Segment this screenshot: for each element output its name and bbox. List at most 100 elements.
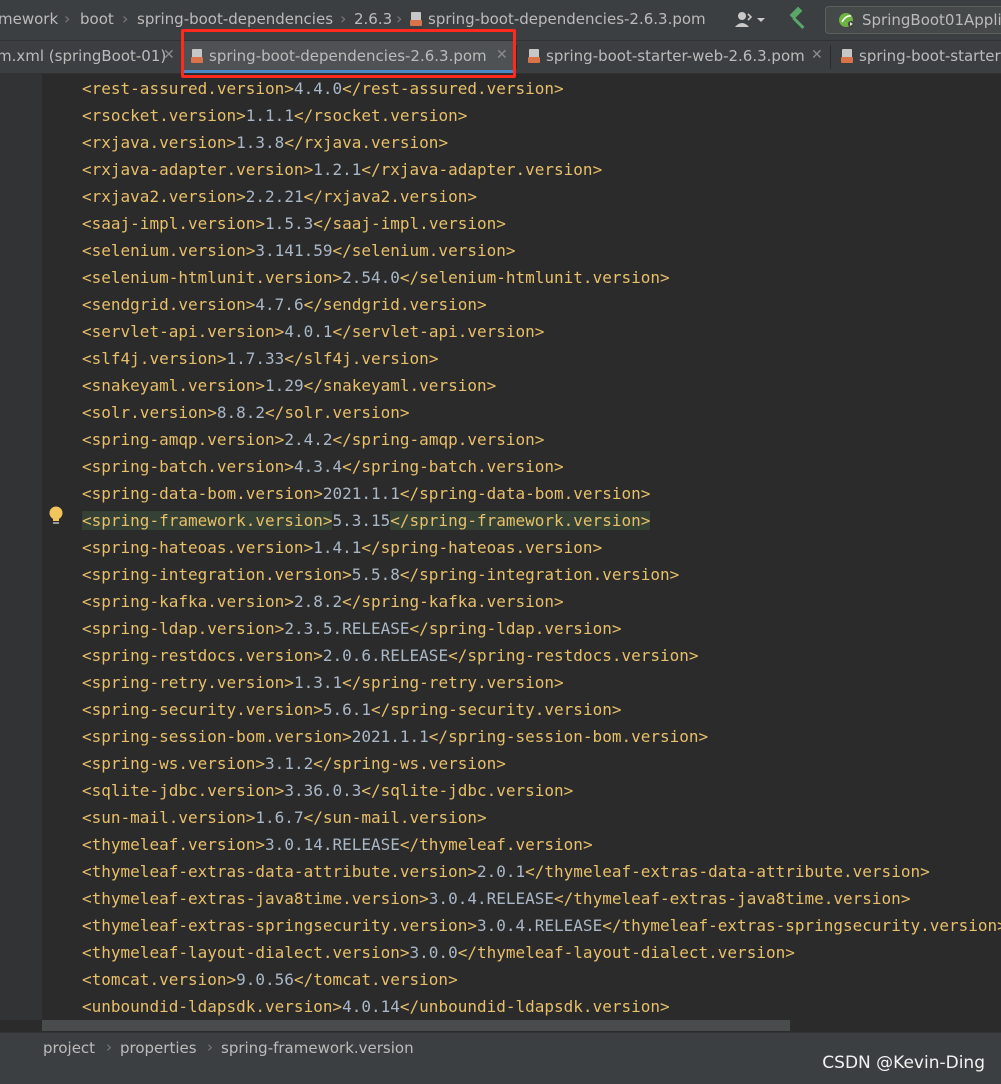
code-line[interactable]: <servlet-api.version>4.0.1</servlet-api.… <box>82 318 1001 345</box>
code-line[interactable]: <rsocket.version>1.1.1</rsocket.version> <box>82 102 1001 129</box>
xml-close-tag: </slf4j.version> <box>284 349 439 368</box>
pom-file-icon <box>191 49 204 63</box>
xml-tag-name: selenium-htmlunit.version <box>91 268 333 287</box>
xml-close-tag: </snakeyaml.version> <box>303 376 497 395</box>
tab-spring-boot-starter[interactable]: spring-boot-starter <box>832 41 1001 73</box>
code-line[interactable]: <rxjava.version>1.3.8</rxjava.version> <box>82 129 1001 156</box>
code-line[interactable]: <snakeyaml.version>1.29</snakeyaml.versi… <box>82 372 1001 399</box>
tab-divider <box>516 45 517 69</box>
horizontal-scrollbar[interactable] <box>42 1020 790 1031</box>
xml-value: 2.2.21 <box>245 187 304 206</box>
code-line[interactable]: <spring-session-bom.version>2021.1.1</sp… <box>82 723 1001 750</box>
xml-tag-name: solr.version <box>284 403 400 422</box>
nav-crumb-dependencies[interactable]: spring-boot-dependencies <box>137 10 333 28</box>
tab-spring-boot-dependencies[interactable]: spring-boot-dependencies-2.6.3.pom ✕ <box>183 41 515 73</box>
xml-value: 5.6.1 <box>322 700 372 719</box>
code-line[interactable]: <selenium.version>3.141.59</selenium.ver… <box>82 237 1001 264</box>
editor-gutter[interactable] <box>0 74 42 1020</box>
xml-value: 3.0.0 <box>409 943 458 962</box>
close-icon[interactable]: ✕ <box>163 47 175 63</box>
xml-value: 1.1.1 <box>245 106 294 125</box>
xml-open-tag: <sun-mail.version> <box>82 808 256 827</box>
chevron-right-icon: › <box>396 9 403 28</box>
code-line[interactable]: <tomcat.version>9.0.56</tomcat.version> <box>82 966 1001 993</box>
xml-tag-name: spring-restdocs.version <box>91 646 314 665</box>
breadcrumb-spring-framework-version[interactable]: spring-framework.version <box>221 1039 414 1057</box>
xml-close-tag: </spring-session-bom.version> <box>428 727 709 746</box>
code-line[interactable]: <spring-ws.version>3.1.2</spring-ws.vers… <box>82 750 1001 777</box>
code-line[interactable]: <spring-security.version>5.6.1</spring-s… <box>82 696 1001 723</box>
xml-open-tag: <spring-ldap.version> <box>82 619 285 638</box>
code-line[interactable]: <spring-restdocs.version>2.0.6.RELEASE</… <box>82 642 1001 669</box>
build-button[interactable] <box>786 6 812 33</box>
structure-breadcrumb-bar: project › properties › spring-framework.… <box>0 1032 1001 1084</box>
code-line[interactable]: <spring-hateoas.version>1.4.1</spring-ha… <box>82 534 1001 561</box>
breadcrumb-properties[interactable]: properties <box>120 1039 197 1057</box>
code-line[interactable]: <slf4j.version>1.7.33</slf4j.version> <box>82 345 1001 372</box>
tab-pom-xml[interactable]: m.xml (springBoot-01) ✕ <box>0 41 180 73</box>
xml-tag-name: spring-hateoas.version <box>91 538 304 557</box>
xml-value: 5.5.8 <box>351 565 400 584</box>
run-configuration-selector[interactable]: SpringBoot01Appli <box>825 6 1001 34</box>
code-line[interactable]: <thymeleaf-extras-springsecurity.version… <box>82 912 1001 939</box>
breadcrumb-project[interactable]: project <box>43 1039 95 1057</box>
code-line[interactable]: <thymeleaf-extras-data-attribute.version… <box>82 858 1001 885</box>
code-line[interactable]: <saaj-impl.version>1.5.3</saaj-impl.vers… <box>82 210 1001 237</box>
tab-spring-boot-starter-web[interactable]: spring-boot-starter-web-2.6.3.pom ✕ <box>518 41 828 73</box>
xml-tag-name: spring-security.version <box>91 700 314 719</box>
code-line[interactable]: <rxjava-adapter.version>1.2.1</rxjava-ad… <box>82 156 1001 183</box>
code-line[interactable]: <sun-mail.version>1.6.7</sun-mail.versio… <box>82 804 1001 831</box>
code-line-highlighted[interactable]: <spring-framework.version>5.3.15</spring… <box>82 507 1001 534</box>
tab-label: spring-boot-starter <box>859 47 1001 65</box>
xml-close-tag: </sqlite-jdbc.version> <box>361 781 574 800</box>
code-line[interactable]: <spring-batch.version>4.3.4</spring-batc… <box>82 453 1001 480</box>
xml-tag-name: thymeleaf-layout-dialect.version <box>91 943 400 962</box>
xml-tag-name: spring-hateoas.version <box>380 538 593 557</box>
nav-crumb-boot[interactable]: boot <box>80 10 114 28</box>
code-line[interactable]: <spring-integration.version>5.5.8</sprin… <box>82 561 1001 588</box>
xml-close-tag: </thymeleaf.version> <box>399 835 593 854</box>
xml-value: 2.54.0 <box>342 268 400 287</box>
chevron-right-icon: › <box>106 1038 112 1056</box>
xml-open-tag: <tomcat.version> <box>82 970 237 989</box>
xml-open-tag: <rsocket.version> <box>82 106 246 125</box>
user-icon <box>735 12 765 27</box>
nav-crumb-pom-file[interactable]: spring-boot-dependencies-2.6.3.pom <box>410 10 706 28</box>
nav-crumb-version[interactable]: 2.6.3 <box>354 10 392 28</box>
xml-close-tag: </spring-ws.version> <box>313 754 506 773</box>
code-line[interactable]: <rest-assured.version>4.4.0</rest-assure… <box>82 75 1001 102</box>
code-line[interactable]: <spring-amqp.version>2.4.2</spring-amqp.… <box>82 426 1001 453</box>
code-line[interactable]: <thymeleaf-layout-dialect.version>3.0.0<… <box>82 939 1001 966</box>
code-editor[interactable]: <rest-assured.version>4.4.0</rest-assure… <box>42 74 1001 1024</box>
xml-open-tag: <solr.version> <box>82 403 217 422</box>
xml-open-tag: <spring-framework.version> <box>82 511 333 530</box>
tab-label: spring-boot-starter-web-2.6.3.pom <box>546 47 805 65</box>
close-icon[interactable]: ✕ <box>496 47 508 63</box>
code-line[interactable]: <solr.version>8.8.2</solr.version> <box>82 399 1001 426</box>
xml-tag-name: spring-restdocs.version <box>467 646 689 665</box>
code-line[interactable]: <spring-kafka.version>2.8.2</spring-kafk… <box>82 588 1001 615</box>
xml-value: 4.0.1 <box>284 322 333 341</box>
code-line[interactable]: <rxjava2.version>2.2.21</rxjava2.version… <box>82 183 1001 210</box>
code-line[interactable]: <selenium-htmlunit.version>2.54.0</selen… <box>82 264 1001 291</box>
xml-tag-name: snakeyaml.version <box>322 376 487 395</box>
code-line[interactable]: <spring-data-bom.version>2021.1.1</sprin… <box>82 480 1001 507</box>
code-line[interactable]: <spring-retry.version>1.3.1</spring-retr… <box>82 669 1001 696</box>
nav-crumb-pom-label: spring-boot-dependencies-2.6.3.pom <box>428 10 706 28</box>
code-line[interactable]: <thymeleaf-extras-java8time.version>3.0.… <box>82 885 1001 912</box>
code-line[interactable]: <sendgrid.version>4.7.6</sendgrid.versio… <box>82 291 1001 318</box>
xml-close-tag: </rxjava-adapter.version> <box>361 160 603 179</box>
code-line[interactable]: <unboundid-ldapsdk.version>4.0.14</unbou… <box>82 993 1001 1020</box>
code-line[interactable]: <spring-ldap.version>2.3.5.RELEASE</spri… <box>82 615 1001 642</box>
nav-crumb-framework[interactable]: mework <box>0 10 58 28</box>
code-line[interactable]: <sqlite-jdbc.version>3.36.0.3</sqlite-jd… <box>82 777 1001 804</box>
xml-tag-name: tomcat.version <box>313 970 449 989</box>
run-configuration-label: SpringBoot01Appli <box>862 11 1001 29</box>
xml-tag-name: rxjava2.version <box>322 187 468 206</box>
code-line[interactable]: <thymeleaf.version>3.0.14.RELEASE</thyme… <box>82 831 1001 858</box>
close-icon[interactable]: ✕ <box>811 47 823 63</box>
xml-open-tag: <spring-kafka.version> <box>82 592 294 611</box>
xml-open-tag: <slf4j.version> <box>82 349 227 368</box>
user-menu-button[interactable] <box>732 8 772 32</box>
xml-tag-name: spring-amqp.version <box>351 430 535 449</box>
